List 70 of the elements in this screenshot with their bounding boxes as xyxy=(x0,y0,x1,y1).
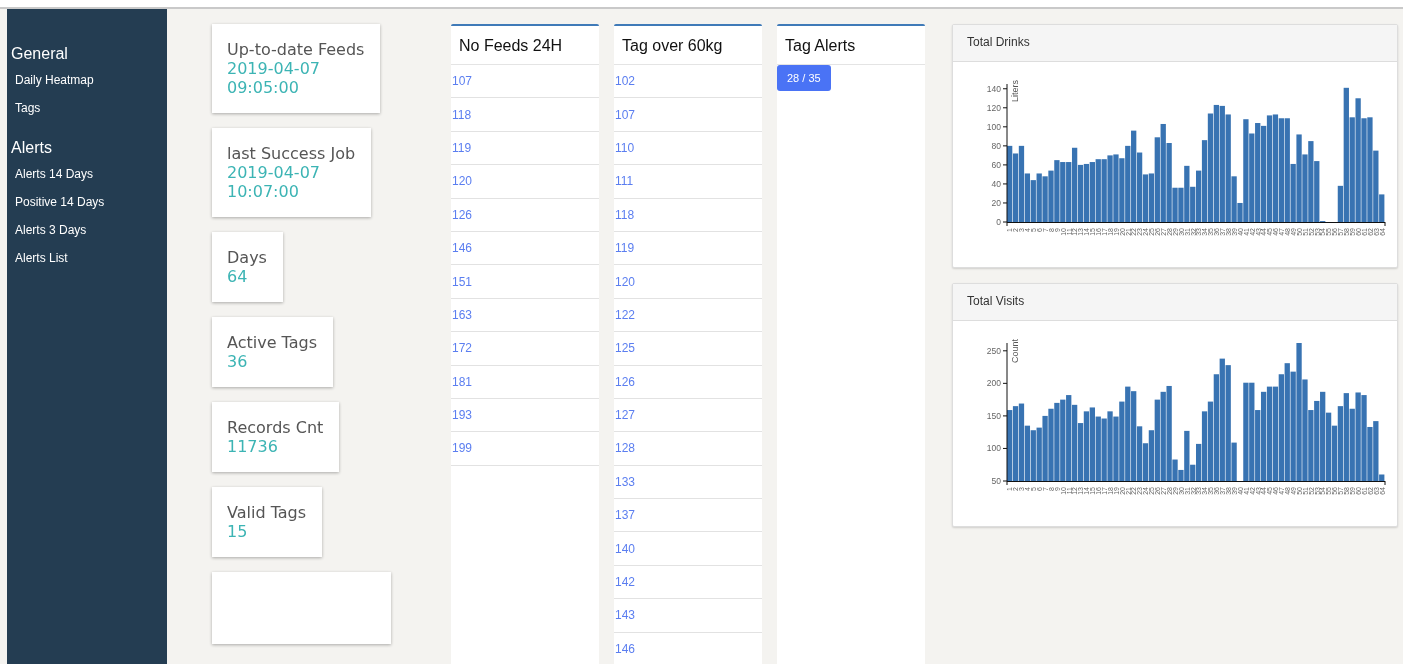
tag-link[interactable]: 126 xyxy=(615,374,636,389)
tag-link[interactable]: 110 xyxy=(615,140,635,155)
stat-value: 36 xyxy=(227,352,249,371)
tag-link[interactable]: 122 xyxy=(615,307,636,322)
stat-value: 15 xyxy=(227,522,249,541)
chart-title: Total Drinks xyxy=(953,25,1397,62)
tag-link[interactable]: 107 xyxy=(452,74,473,89)
tag-link[interactable]: 133 xyxy=(615,474,636,489)
tick-label: 100 xyxy=(986,443,1001,454)
tag-link[interactable]: 118 xyxy=(452,107,472,122)
tick-label: 100 xyxy=(986,121,1001,132)
tag-link[interactable]: 137 xyxy=(615,508,636,523)
count-button[interactable]: 28 / 35 xyxy=(777,65,831,91)
tick-label: 40 xyxy=(991,178,1001,189)
panel-title: No Feeds 24H xyxy=(451,26,599,65)
stat-label: Active Tags xyxy=(227,333,317,352)
sidebar-link[interactable]: Alerts 3 Days xyxy=(15,223,87,237)
tick-label: 50 xyxy=(991,476,1001,486)
tag-link[interactable]: 125 xyxy=(615,341,636,356)
tag-link[interactable]: 146 xyxy=(615,641,636,656)
stat-value: 64 xyxy=(227,267,249,286)
stat-value: 11736 xyxy=(227,437,279,456)
tag-link[interactable]: 120 xyxy=(452,174,473,189)
stat-label: last Success Job xyxy=(227,144,356,163)
stat-value: 2019-04-07 10:07:00 xyxy=(227,163,321,201)
tag-link[interactable]: 102 xyxy=(615,74,636,89)
tag-link[interactable]: 151 xyxy=(452,274,473,289)
tag-link[interactable]: 120 xyxy=(615,274,636,289)
tick-label: 20 xyxy=(991,197,1001,208)
tick-label: 140 xyxy=(986,83,1001,94)
tag-link[interactable]: 107 xyxy=(615,107,636,122)
tag-link[interactable]: 119 xyxy=(452,140,472,155)
stat-label: Records Cnt xyxy=(227,418,324,437)
tag-link[interactable]: 140 xyxy=(615,541,636,556)
sidebar-link[interactable]: Positive 14 Days xyxy=(15,195,105,209)
tick-label: 0 xyxy=(996,217,1001,227)
sidebar-link[interactable]: Tags xyxy=(15,101,41,115)
tag-link[interactable]: 119 xyxy=(615,241,635,256)
stat-value: 2019-04-07 09:05:00 xyxy=(227,59,321,97)
panel-title: Tag over 60kg xyxy=(614,26,762,65)
tag-link[interactable]: 126 xyxy=(452,207,473,222)
tick-label: 120 xyxy=(986,102,1001,113)
stat-label: Days xyxy=(227,248,267,267)
tick-label: 60 xyxy=(991,159,1001,170)
tag-link[interactable]: 111 xyxy=(615,174,634,189)
stat-label: Up-to-date Feeds xyxy=(227,40,365,59)
chart-title: Total Visits xyxy=(953,284,1397,321)
sidebar-link[interactable]: Alerts 14 Days xyxy=(15,167,94,181)
tag-link[interactable]: 142 xyxy=(615,575,636,590)
tag-link[interactable]: 181 xyxy=(452,374,473,389)
tag-link[interactable]: 163 xyxy=(452,307,473,322)
tag-link[interactable]: 146 xyxy=(452,241,473,256)
stat-label: Valid Tags xyxy=(227,503,307,522)
tag-link[interactable]: 193 xyxy=(452,408,473,423)
tick-label: 250 xyxy=(986,345,1001,356)
tag-link[interactable]: 143 xyxy=(615,608,636,623)
tag-link[interactable]: 199 xyxy=(452,441,473,456)
section-heading: Alerts xyxy=(11,139,52,157)
axis-label: Count xyxy=(1010,339,1020,364)
tick-label: 80 xyxy=(991,140,1001,151)
tag-link[interactable]: 118 xyxy=(615,207,635,222)
sidebar-link[interactable]: Daily Heatmap xyxy=(15,73,94,87)
section-heading: General xyxy=(11,45,68,63)
tick-label: 150 xyxy=(986,410,1001,421)
sidebar-link[interactable]: Alerts List xyxy=(15,251,68,265)
tag-link[interactable]: 172 xyxy=(452,341,473,356)
axis-label: Liters xyxy=(1010,80,1020,102)
tag-link[interactable]: 127 xyxy=(615,408,636,423)
tick-label: 200 xyxy=(986,378,1001,389)
tag-link[interactable]: 128 xyxy=(615,441,636,456)
